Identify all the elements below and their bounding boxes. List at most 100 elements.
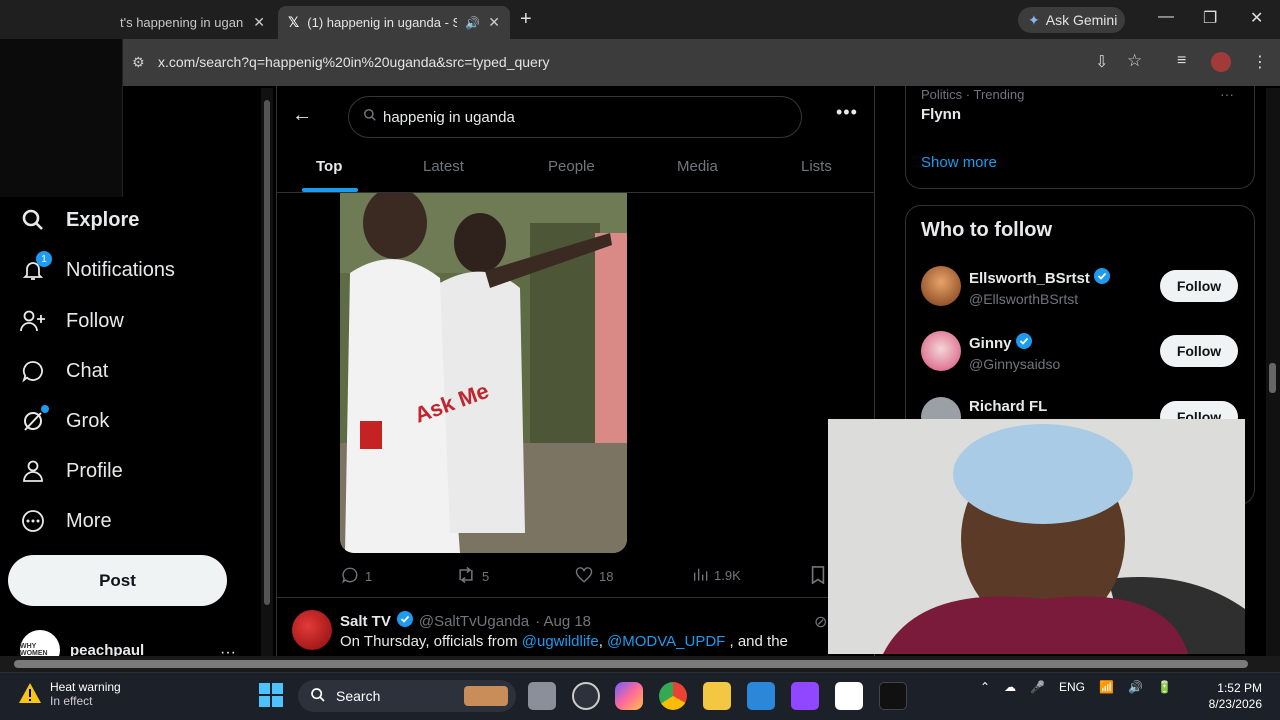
tab-top[interactable]: Top	[316, 158, 342, 175]
suggestion-user[interactable]: Ellsworth_BSrtst @EllsworthBSrtst	[969, 268, 1110, 307]
add-person-icon	[20, 308, 46, 334]
notification-badge: 1	[36, 251, 52, 267]
follow-button[interactable]: Follow	[1160, 335, 1238, 367]
bell-icon: 1	[20, 251, 52, 283]
tab-people[interactable]: People	[548, 158, 595, 175]
views-button[interactable]: 1.9K	[692, 566, 741, 585]
like-count: 18	[599, 569, 614, 584]
task-view-icon[interactable]	[528, 682, 556, 710]
install-app-icon[interactable]: ⇩	[1095, 52, 1108, 72]
grok-icon	[20, 405, 49, 434]
wifi-icon[interactable]: 📶	[1099, 680, 1114, 694]
who-to-follow-title: Who to follow	[921, 219, 1053, 241]
tab-title: (1) happenig in uganda - Se	[307, 15, 458, 30]
search-options-icon[interactable]: •••	[836, 102, 858, 123]
tweet-video-thumbnail[interactable]: Ask Me	[340, 193, 627, 553]
clock[interactable]: 1:52 PM 8/23/2026	[1196, 680, 1262, 712]
suggestion-name: Ginny	[969, 334, 1012, 352]
tweet-text-part: On Thursday, officials from	[340, 633, 518, 650]
language-indicator[interactable]: ENG	[1059, 680, 1085, 694]
windows-start-icon[interactable]	[259, 683, 283, 712]
capcut-icon[interactable]	[835, 682, 863, 710]
microphone-icon[interactable]: 🎤	[1030, 680, 1045, 694]
suggestion-avatar[interactable]	[921, 331, 961, 371]
post-button[interactable]: Post	[8, 555, 227, 606]
tab-latest[interactable]: Latest	[423, 158, 464, 175]
search-input[interactable]: happenig in uganda	[348, 96, 802, 138]
author-name[interactable]: Salt TV	[340, 613, 391, 630]
weather-widget[interactable]: Heat warning In effect	[18, 680, 121, 708]
suggestion-user[interactable]: Richard FL	[969, 398, 1047, 415]
trend-more-icon[interactable]: ···	[1220, 86, 1234, 102]
tweet-date[interactable]: · Aug 18	[535, 613, 591, 630]
nav-notifications[interactable]: 1 Notifications	[20, 251, 175, 283]
suggestion-avatar[interactable]	[921, 266, 961, 306]
cloud-icon[interactable]: ☁	[1004, 680, 1016, 694]
suggestion-user[interactable]: Ginny @Ginnysaidso	[969, 333, 1060, 372]
copilot-icon[interactable]	[615, 682, 643, 710]
restore-icon[interactable]: ❐	[1203, 8, 1217, 28]
file-explorer-icon[interactable]	[703, 682, 731, 710]
grok-explain-icon[interactable]: ⊘	[814, 612, 827, 632]
media-control-icon[interactable]: ≡	[1177, 52, 1186, 70]
profile-avatar-icon[interactable]	[1211, 52, 1231, 72]
recorder-app-icon[interactable]	[572, 682, 600, 710]
twitch-icon[interactable]	[791, 682, 819, 710]
nav-explore[interactable]: Explore	[20, 207, 139, 233]
salt-tv-avatar[interactable]	[292, 610, 332, 650]
back-arrow-icon[interactable]: ←	[292, 104, 312, 127]
minimize-icon[interactable]: —	[1158, 8, 1174, 26]
close-tab-icon[interactable]: ✕	[488, 14, 500, 31]
bookmark-star-icon[interactable]: ☆	[1127, 51, 1142, 71]
trend-name[interactable]: Flynn	[921, 106, 961, 123]
right-scrollbar[interactable]	[1266, 88, 1280, 656]
scrollbar-thumb[interactable]	[264, 100, 270, 605]
browser-tab-1[interactable]: t's happening in ugan ✕	[110, 6, 275, 39]
author-handle[interactable]: @SaltTvUganda	[419, 613, 529, 630]
volume-icon[interactable]: 🔊	[1128, 680, 1143, 694]
ask-gemini-label: Ask Gemini	[1045, 12, 1118, 28]
browser-menu-icon[interactable]: ⋮	[1252, 52, 1268, 72]
speaker-icon[interactable]: 🔊	[465, 16, 480, 30]
suggestion-handle: @EllsworthBSrtst	[969, 291, 1079, 307]
show-more-link[interactable]: Show more	[921, 154, 997, 171]
webcam-overlay	[828, 419, 1245, 654]
nav-follow[interactable]: Follow	[20, 308, 124, 334]
repost-button[interactable]: 5	[456, 566, 489, 587]
left-scrollbar[interactable]	[261, 88, 273, 656]
url-field[interactable]: x.com/search?q=happenig%20in%20uganda&sr…	[158, 54, 550, 70]
suggestion-name: Ellsworth_BSrtst	[969, 269, 1090, 287]
scrollbar-thumb[interactable]	[14, 660, 1248, 668]
suggestion-name: Richard FL	[969, 398, 1048, 415]
nav-more[interactable]: More	[20, 508, 112, 534]
chrome-icon[interactable]	[659, 682, 687, 710]
ask-gemini-button[interactable]: ✦ Ask Gemini	[1018, 7, 1125, 33]
search-icon	[363, 108, 377, 126]
site-info-icon[interactable]: ⚙	[132, 54, 145, 71]
nav-grok[interactable]: Grok	[20, 405, 109, 434]
battery-icon[interactable]: 🔋	[1157, 680, 1172, 694]
microsoft-store-icon[interactable]	[747, 682, 775, 710]
nav-profile[interactable]: Profile	[20, 458, 123, 484]
chevron-up-icon[interactable]: ⌃	[980, 680, 990, 694]
scrollbar-thumb[interactable]	[1269, 363, 1276, 393]
repost-count: 5	[482, 569, 490, 584]
tiktok-icon[interactable]	[879, 682, 907, 710]
tab-lists[interactable]: Lists	[801, 158, 832, 175]
close-tab-icon[interactable]: ✕	[253, 14, 265, 31]
horizontal-scrollbar[interactable]	[0, 656, 1280, 672]
taskbar-search-label: Search	[336, 688, 381, 704]
reply-count: 1	[365, 569, 373, 584]
browser-tab-2-active[interactable]: 𝕏 (1) happenig in uganda - Se 🔊 ✕	[278, 6, 510, 39]
follow-button[interactable]: Follow	[1160, 270, 1238, 302]
nav-chat[interactable]: Chat	[20, 358, 108, 384]
bookmark-icon[interactable]	[810, 566, 826, 589]
mention-link[interactable]: @MODVA_UPDF	[607, 633, 725, 650]
new-tab-button[interactable]: +	[520, 8, 532, 31]
reply-button[interactable]: 1	[341, 566, 372, 587]
like-button[interactable]: 18	[575, 566, 613, 587]
taskbar-search[interactable]: Search	[298, 680, 516, 712]
mention-link[interactable]: @ugwildlife	[522, 633, 599, 650]
tab-media[interactable]: Media	[677, 158, 718, 175]
close-window-icon[interactable]: ✕	[1250, 8, 1263, 28]
